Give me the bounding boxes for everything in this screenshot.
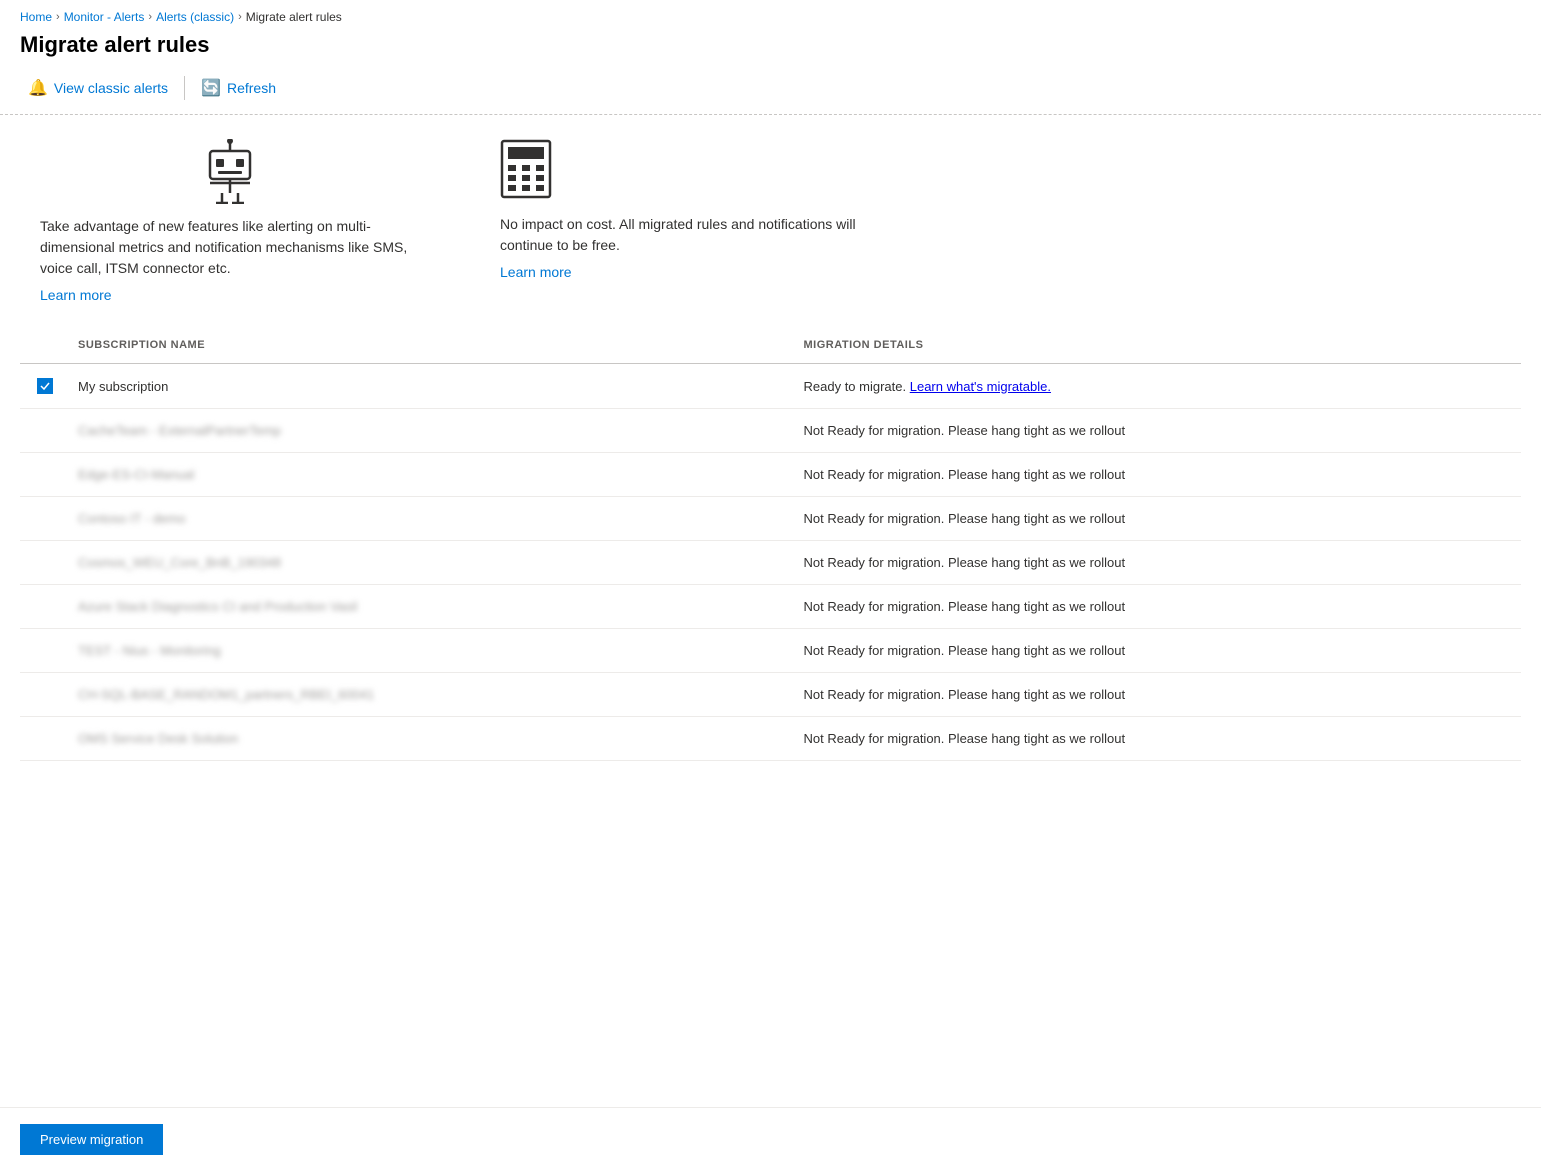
row-0-migration-details: Ready to migrate. Learn what's migratabl… bbox=[796, 375, 1522, 398]
view-classic-alerts-button[interactable]: 🔔 View classic alerts bbox=[20, 74, 176, 102]
info-panel-robot-learn-more[interactable]: Learn more bbox=[40, 287, 112, 303]
table-row: CacheTeam - ExternalPartnerTemp Not Read… bbox=[20, 409, 1521, 453]
table-row: My subscription Ready to migrate. Learn … bbox=[20, 364, 1521, 409]
table-row: Azure Stack Diagnostics CI and Productio… bbox=[20, 585, 1521, 629]
table-header: SUBSCRIPTION NAME MIGRATION DETAILS bbox=[20, 327, 1521, 364]
info-panel-calculator: No impact on cost. All migrated rules an… bbox=[500, 139, 880, 303]
table-header-migration-details: MIGRATION DETAILS bbox=[796, 335, 1522, 355]
calculator-icon bbox=[500, 139, 880, 202]
row-8-migration-details: Not Ready for migration. Please hang tig… bbox=[796, 727, 1522, 750]
breadcrumb-home[interactable]: Home bbox=[20, 10, 52, 24]
preview-migration-button[interactable]: Preview migration bbox=[20, 1124, 163, 1155]
row-5-subscription-name: Azure Stack Diagnostics CI and Productio… bbox=[70, 595, 796, 618]
info-panel-calculator-text: No impact on cost. All migrated rules an… bbox=[500, 214, 880, 256]
footer: Preview migration bbox=[0, 1107, 1541, 1171]
toolbar-separator bbox=[184, 76, 185, 100]
info-panel-robot-text: Take advantage of new features like aler… bbox=[40, 216, 420, 279]
breadcrumb-sep-2: › bbox=[148, 11, 152, 23]
table-row: Cosmos_WEU_Core_BnB_190348 Not Ready for… bbox=[20, 541, 1521, 585]
row-3-migration-details: Not Ready for migration. Please hang tig… bbox=[796, 507, 1522, 530]
page-title: Migrate alert rules bbox=[0, 32, 1541, 74]
table-header-subscription-name: SUBSCRIPTION NAME bbox=[70, 335, 796, 355]
row-4-checkbox-cell[interactable] bbox=[20, 559, 70, 567]
refresh-label: Refresh bbox=[227, 80, 276, 96]
row-6-checkbox-cell[interactable] bbox=[20, 647, 70, 655]
row-5-checkbox-cell[interactable] bbox=[20, 603, 70, 611]
row-4-migration-details: Not Ready for migration. Please hang tig… bbox=[796, 551, 1522, 574]
row-0-learn-migratable-link[interactable]: Learn what's migratable. bbox=[910, 379, 1051, 394]
refresh-button[interactable]: 🔄 Refresh bbox=[193, 74, 284, 102]
breadcrumb-monitor-alerts[interactable]: Monitor - Alerts bbox=[64, 10, 145, 24]
checkbox-checked-icon[interactable] bbox=[37, 378, 53, 394]
table-row: TEST - Nius - Monitoring Not Ready for m… bbox=[20, 629, 1521, 673]
table-row: Edge-ES-CI-Manual Not Ready for migratio… bbox=[20, 453, 1521, 497]
row-4-subscription-name: Cosmos_WEU_Core_BnB_190348 bbox=[70, 551, 796, 574]
info-panel-calculator-learn-more[interactable]: Learn more bbox=[500, 264, 572, 280]
row-7-subscription-name: CH-SQL-BASE_RANDOM1_partners_RBEI_60041 bbox=[70, 683, 796, 706]
table-row: CH-SQL-BASE_RANDOM1_partners_RBEI_60041 … bbox=[20, 673, 1521, 717]
table-header-checkbox bbox=[20, 335, 70, 355]
view-classic-alerts-label: View classic alerts bbox=[54, 80, 168, 96]
refresh-icon: 🔄 bbox=[201, 78, 221, 98]
row-6-migration-details: Not Ready for migration. Please hang tig… bbox=[796, 639, 1522, 662]
breadcrumb-sep-1: › bbox=[56, 11, 60, 23]
breadcrumb-alerts-classic[interactable]: Alerts (classic) bbox=[156, 10, 234, 24]
breadcrumb-current: Migrate alert rules bbox=[246, 10, 342, 24]
breadcrumb: Home › Monitor - Alerts › Alerts (classi… bbox=[0, 0, 1541, 32]
row-2-checkbox-cell[interactable] bbox=[20, 471, 70, 479]
row-2-subscription-name: Edge-ES-CI-Manual bbox=[70, 463, 796, 486]
info-panels: Take advantage of new features like aler… bbox=[0, 115, 1541, 327]
table-row: Contoso IT - demo Not Ready for migratio… bbox=[20, 497, 1521, 541]
row-8-subscription-name: OMS Service Desk Solution bbox=[70, 727, 796, 750]
info-panel-robot: Take advantage of new features like aler… bbox=[40, 139, 420, 303]
row-5-migration-details: Not Ready for migration. Please hang tig… bbox=[796, 595, 1522, 618]
robot-icon bbox=[40, 139, 420, 204]
subscriptions-table: SUBSCRIPTION NAME MIGRATION DETAILS My s… bbox=[0, 327, 1541, 761]
row-1-migration-details: Not Ready for migration. Please hang tig… bbox=[796, 419, 1522, 442]
row-7-checkbox-cell[interactable] bbox=[20, 691, 70, 699]
row-3-subscription-name: Contoso IT - demo bbox=[70, 507, 796, 530]
row-7-migration-details: Not Ready for migration. Please hang tig… bbox=[796, 683, 1522, 706]
table-row: OMS Service Desk Solution Not Ready for … bbox=[20, 717, 1521, 761]
bell-icon: 🔔 bbox=[28, 78, 48, 98]
row-8-checkbox-cell[interactable] bbox=[20, 735, 70, 743]
row-3-checkbox-cell[interactable] bbox=[20, 515, 70, 523]
row-2-migration-details: Not Ready for migration. Please hang tig… bbox=[796, 463, 1522, 486]
row-1-checkbox-cell[interactable] bbox=[20, 427, 70, 435]
toolbar: 🔔 View classic alerts 🔄 Refresh bbox=[0, 74, 1541, 115]
row-1-subscription-name: CacheTeam - ExternalPartnerTemp bbox=[70, 419, 796, 442]
row-6-subscription-name: TEST - Nius - Monitoring bbox=[70, 639, 796, 662]
row-0-ready-prefix: Ready to migrate. bbox=[804, 379, 907, 394]
breadcrumb-sep-3: › bbox=[238, 11, 242, 23]
row-0-checkbox-cell[interactable] bbox=[20, 374, 70, 398]
row-0-subscription-name: My subscription bbox=[70, 375, 796, 398]
